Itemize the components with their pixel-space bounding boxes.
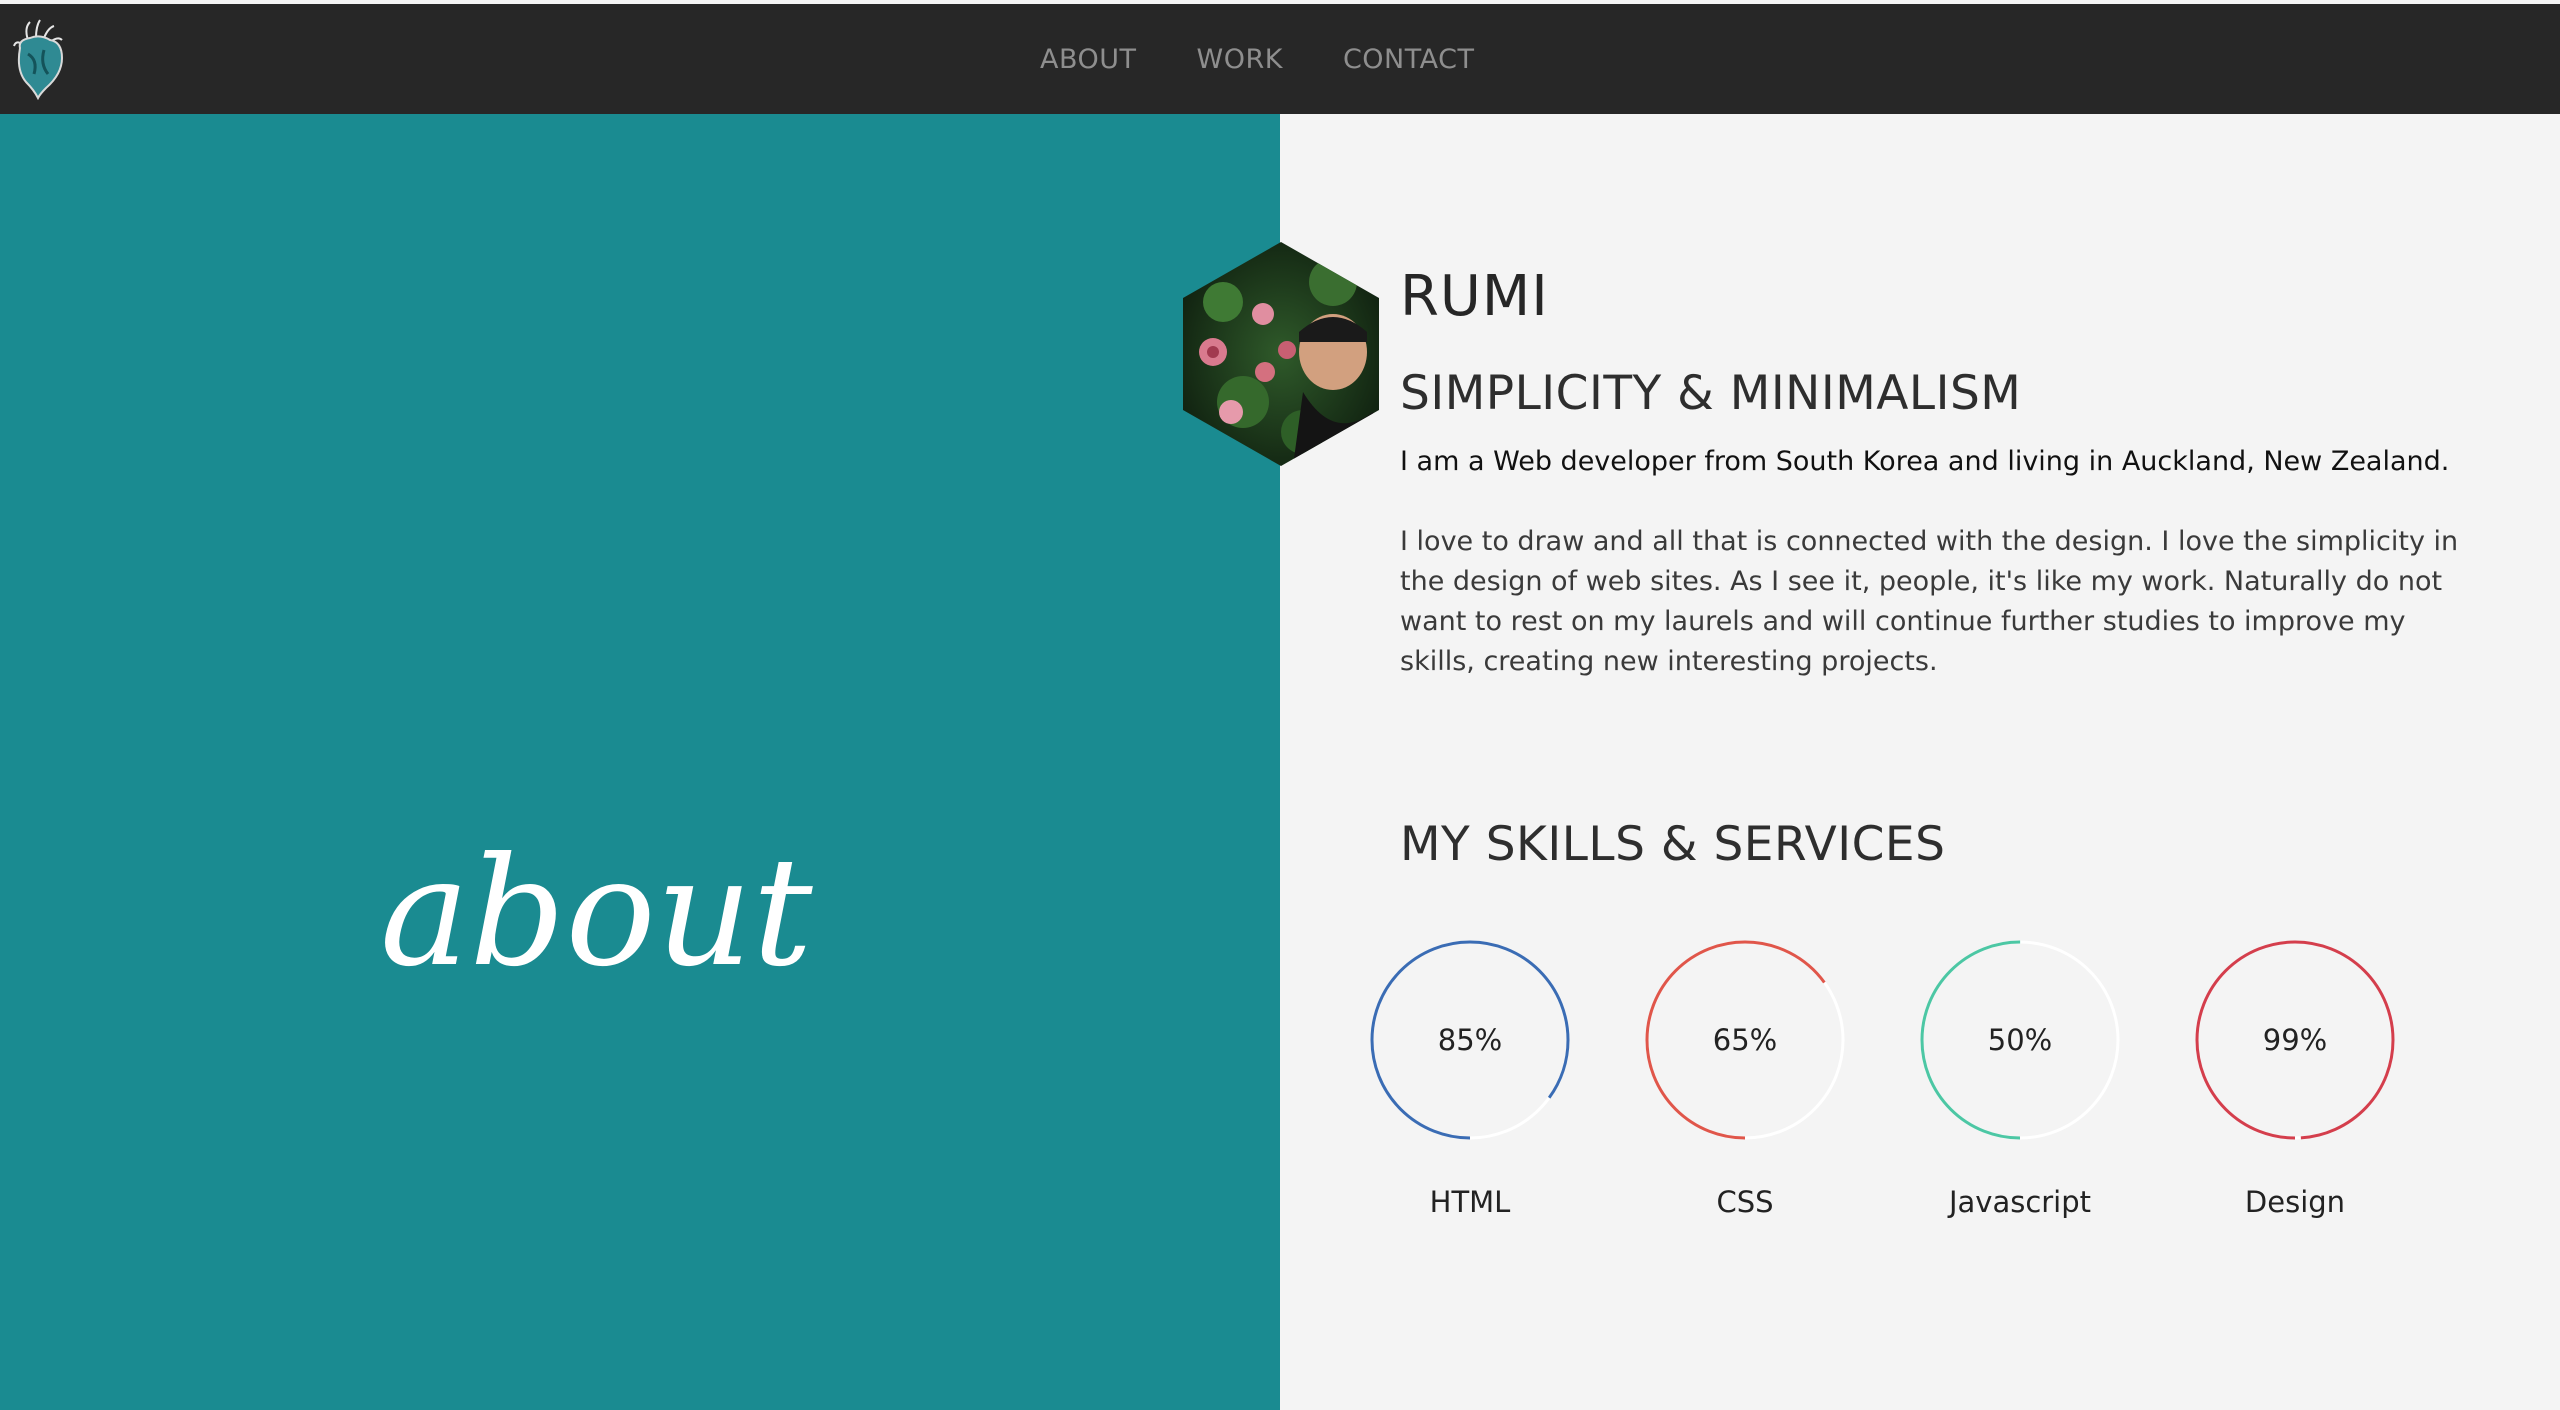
navbar: ABOUT WORK CONTACT <box>0 4 2560 114</box>
skills-list: 85% HTML 65% CSS 50% Javascript 99% Desi… <box>1360 940 2460 1240</box>
main-nav: ABOUT WORK CONTACT <box>1040 4 1475 114</box>
skill-design: 99% Design <box>2185 940 2405 1240</box>
anatomical-heart-logo-icon[interactable] <box>10 14 68 100</box>
skill-css: 65% CSS <box>1635 940 1855 1240</box>
skill-css-percent: 65% <box>1712 1023 1778 1057</box>
nav-work-link[interactable]: WORK <box>1197 44 1283 75</box>
nav-contact-link[interactable]: CONTACT <box>1343 44 1475 75</box>
skill-javascript: 50% Javascript <box>1910 940 2130 1240</box>
skill-html-label: HTML <box>1429 1185 1511 1219</box>
skill-html: 85% HTML <box>1360 940 1580 1240</box>
profile-bio: I love to draw and all that is connected… <box>1400 526 2459 677</box>
nav-about-link[interactable]: ABOUT <box>1040 44 1137 75</box>
skill-css-label: CSS <box>1716 1185 1774 1219</box>
skill-design-label: Design <box>2244 1185 2346 1219</box>
profile-intro: I am a Web developer from South Korea an… <box>1400 446 2450 477</box>
about-script-lettering: about <box>380 826 813 1000</box>
svg-text:about: about <box>380 826 813 1000</box>
skill-javascript-label: Javascript <box>1948 1185 2092 1219</box>
profile-tagline: SIMPLICITY & MINIMALISM <box>1400 366 2022 421</box>
about-hero-panel: about <box>0 114 1280 1410</box>
skills-title: MY SKILLS & SERVICES <box>1400 817 1946 872</box>
skill-javascript-percent: 50% <box>1987 1023 2053 1057</box>
profile-avatar <box>1183 242 1379 466</box>
skill-html-percent: 85% <box>1437 1023 1503 1057</box>
skill-design-percent: 99% <box>2262 1023 2328 1057</box>
profile-name: RUMI <box>1400 264 1549 329</box>
